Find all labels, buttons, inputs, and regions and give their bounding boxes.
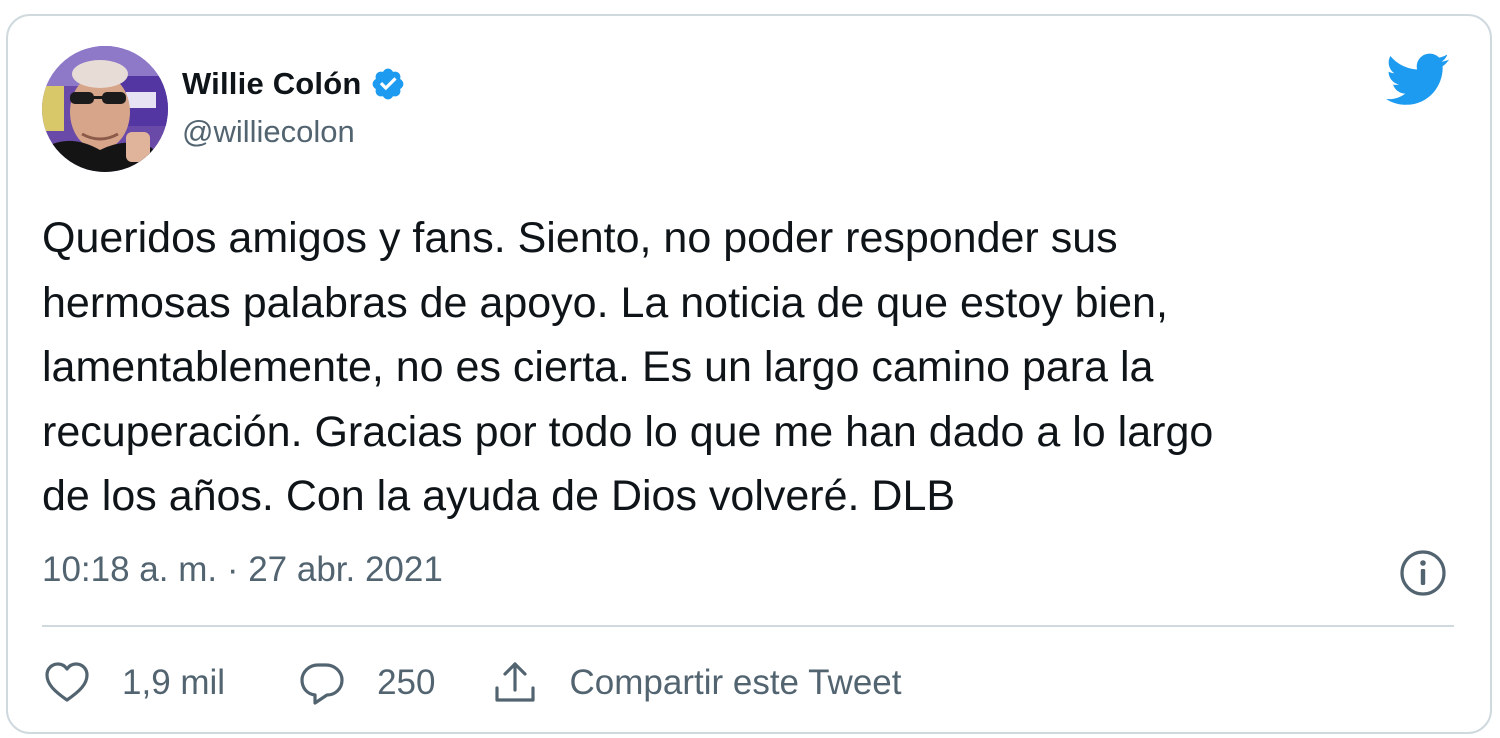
user-handle[interactable]: @williecolon (182, 114, 355, 150)
author-name-row: Willie Colón (182, 62, 406, 106)
share-upload-icon (494, 662, 535, 702)
share-tweet-button[interactable]: Compartir este Tweet (490, 658, 902, 708)
reply-button[interactable]: 250 (297, 658, 436, 708)
info-icon[interactable] (1398, 548, 1448, 598)
twitter-bird-icon[interactable] (1386, 52, 1450, 108)
like-count: 1,9 mil (122, 663, 226, 702)
heart-icon (45, 662, 89, 702)
tweet-timestamp[interactable]: 10:18 a. m. · 27 abr. 2021 (42, 550, 443, 590)
avatar[interactable] (42, 46, 168, 172)
profile-photo (42, 46, 168, 172)
verified-badge-icon (372, 68, 403, 100)
like-button[interactable]: 1,9 mil (42, 658, 225, 708)
tweet-text: Queridos amigos y fans. Siento, no poder… (42, 214, 1214, 520)
reply-count: 250 (377, 663, 436, 702)
tweet-card: Willie Colón @williecolon Queridos amigo… (6, 14, 1492, 734)
tweet-actions-bar: 1,9 mil 250 Compartir este Tweet (42, 656, 902, 710)
divider (42, 625, 1454, 627)
speech-bubble-icon (300, 663, 344, 705)
display-name[interactable]: Willie Colón (182, 66, 362, 102)
share-label: Compartir este Tweet (569, 663, 902, 702)
